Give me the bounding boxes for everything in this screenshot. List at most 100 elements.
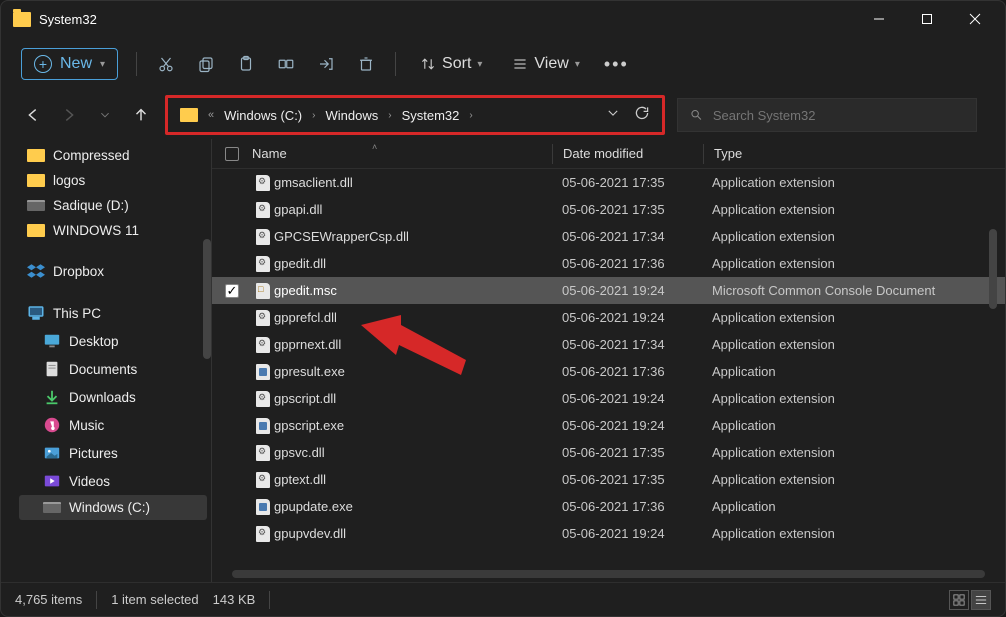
sidebar-item-label: Sadique (D:): [53, 198, 129, 213]
sidebar-item-label: WINDOWS 11: [53, 223, 139, 238]
file-row[interactable]: gpsvc.dll05-06-2021 17:35Application ext…: [212, 439, 1005, 466]
refresh-button[interactable]: [634, 105, 650, 126]
view-large-icons-button[interactable]: [949, 590, 969, 610]
file-row[interactable]: gmsaclient.dll05-06-2021 17:35Applicatio…: [212, 169, 1005, 196]
file-type: Microsoft Common Console Document: [702, 283, 1005, 298]
file-icon: [252, 472, 274, 488]
sidebar-item[interactable]: Videos: [19, 467, 207, 495]
file-type: Application extension: [702, 337, 1005, 352]
file-type: Application extension: [702, 175, 1005, 190]
file-icon: [252, 445, 274, 461]
horizontal-scrollbar[interactable]: [232, 570, 985, 578]
explorer-window: System32 + New ▾: [0, 0, 1006, 617]
row-checkbox[interactable]: ✓: [225, 284, 239, 298]
sidebar-item[interactable]: Sadique (D:): [19, 193, 207, 218]
file-name: gpapi.dll: [274, 202, 552, 217]
status-selection: 1 item selected: [111, 592, 198, 607]
file-row[interactable]: gpapi.dll05-06-2021 17:35Application ext…: [212, 196, 1005, 223]
sidebar-item[interactable]: Documents: [19, 355, 207, 383]
sort-button[interactable]: Sort ▾: [414, 51, 488, 77]
cut-button[interactable]: [155, 53, 177, 75]
file-icon: [252, 283, 274, 299]
address-dropdown[interactable]: [606, 106, 620, 125]
file-date: 05-06-2021 19:24: [552, 526, 702, 541]
new-button[interactable]: + New ▾: [21, 48, 118, 80]
sidebar-item[interactable]: Pictures: [19, 439, 207, 467]
file-list-scrollbar[interactable]: [989, 229, 997, 309]
breadcrumb-item[interactable]: System32: [402, 108, 460, 123]
view-toggle: [949, 590, 991, 610]
file-row[interactable]: gpupdate.exe05-06-2021 17:36Application: [212, 493, 1005, 520]
file-type: Application extension: [702, 310, 1005, 325]
file-date: 05-06-2021 19:24: [552, 391, 702, 406]
share-button[interactable]: [315, 53, 337, 75]
file-row[interactable]: gpupvdev.dll05-06-2021 19:24Application …: [212, 520, 1005, 547]
column-name[interactable]: Name ˄: [252, 146, 552, 161]
sidebar-item[interactable]: Music: [19, 411, 207, 439]
sidebar-item-label: Desktop: [69, 334, 119, 349]
file-name: gpsvc.dll: [274, 445, 552, 460]
file-row[interactable]: gptext.dll05-06-2021 17:35Application ex…: [212, 466, 1005, 493]
breadcrumb-item[interactable]: Windows (C:): [224, 108, 302, 123]
file-row[interactable]: gpresult.exe05-06-2021 17:36Application: [212, 358, 1005, 385]
column-type[interactable]: Type: [704, 146, 1005, 161]
file-date: 05-06-2021 19:24: [552, 283, 702, 298]
view-details-button[interactable]: [971, 590, 991, 610]
search-input[interactable]: [713, 108, 964, 123]
file-type: Application extension: [702, 256, 1005, 271]
column-date[interactable]: Date modified: [553, 146, 703, 161]
view-button[interactable]: View ▾: [506, 51, 585, 77]
chevron-down-icon: ▾: [100, 59, 105, 70]
sidebar-item[interactable]: Dropbox: [19, 257, 207, 285]
rename-button[interactable]: [275, 53, 297, 75]
more-button[interactable]: •••: [604, 54, 629, 75]
breadcrumb-overflow[interactable]: «: [208, 109, 214, 121]
sidebar-item[interactable]: Windows (C:): [19, 495, 207, 520]
file-icon: [252, 526, 274, 542]
sidebar-item[interactable]: Desktop: [19, 327, 207, 355]
sidebar-item-label: Pictures: [69, 446, 118, 461]
forward-button[interactable]: [57, 103, 81, 127]
file-icon: [252, 310, 274, 326]
minimize-button[interactable]: [869, 9, 889, 29]
address-bar[interactable]: « Windows (C:) › Windows › System32 ›: [165, 95, 665, 135]
up-button[interactable]: [129, 103, 153, 127]
file-date: 05-06-2021 17:36: [552, 256, 702, 271]
sidebar-item-label: Documents: [69, 362, 137, 377]
delete-button[interactable]: [355, 53, 377, 75]
file-icon: [252, 499, 274, 515]
search-box[interactable]: [677, 98, 977, 132]
file-icon: [252, 337, 274, 353]
sidebar-item[interactable]: This PC: [19, 299, 207, 327]
file-type: Application extension: [702, 391, 1005, 406]
recent-history-button[interactable]: [93, 103, 117, 127]
file-date: 05-06-2021 17:36: [552, 499, 702, 514]
maximize-button[interactable]: [917, 9, 937, 29]
file-date: 05-06-2021 17:35: [552, 175, 702, 190]
file-row[interactable]: GPCSEWrapperCsp.dll05-06-2021 17:34Appli…: [212, 223, 1005, 250]
breadcrumb-item[interactable]: Windows: [325, 108, 378, 123]
chevron-down-icon: ▾: [477, 59, 482, 70]
paste-button[interactable]: [235, 53, 257, 75]
back-button[interactable]: [21, 103, 45, 127]
file-name: gpprefcl.dll: [274, 310, 552, 325]
file-name: gmsaclient.dll: [274, 175, 552, 190]
file-list[interactable]: gmsaclient.dll05-06-2021 17:35Applicatio…: [212, 169, 1005, 582]
file-row[interactable]: gpscript.exe05-06-2021 19:24Application: [212, 412, 1005, 439]
sidebar-item[interactable]: Compressed: [19, 143, 207, 168]
sidebar: Compressedlogos Sadique (D:) WINDOWS 11 Dro…: [1, 139, 211, 582]
sidebar-scrollbar[interactable]: [203, 239, 211, 359]
sidebar-item[interactable]: logos: [19, 168, 207, 193]
close-button[interactable]: [965, 9, 985, 29]
copy-button[interactable]: [195, 53, 217, 75]
file-row[interactable]: gpprnext.dll05-06-2021 17:34Application …: [212, 331, 1005, 358]
sidebar-item[interactable]: WINDOWS 11: [19, 218, 207, 243]
select-all-checkbox[interactable]: [225, 147, 239, 161]
file-row[interactable]: gpscript.dll05-06-2021 19:24Application …: [212, 385, 1005, 412]
file-row[interactable]: gpprefcl.dll05-06-2021 19:24Application …: [212, 304, 1005, 331]
file-icon: [252, 256, 274, 272]
file-row[interactable]: ✓gpedit.msc05-06-2021 19:24Microsoft Com…: [212, 277, 1005, 304]
sidebar-item[interactable]: Downloads: [19, 383, 207, 411]
file-type: Application extension: [702, 445, 1005, 460]
file-row[interactable]: gpedit.dll05-06-2021 17:36Application ex…: [212, 250, 1005, 277]
